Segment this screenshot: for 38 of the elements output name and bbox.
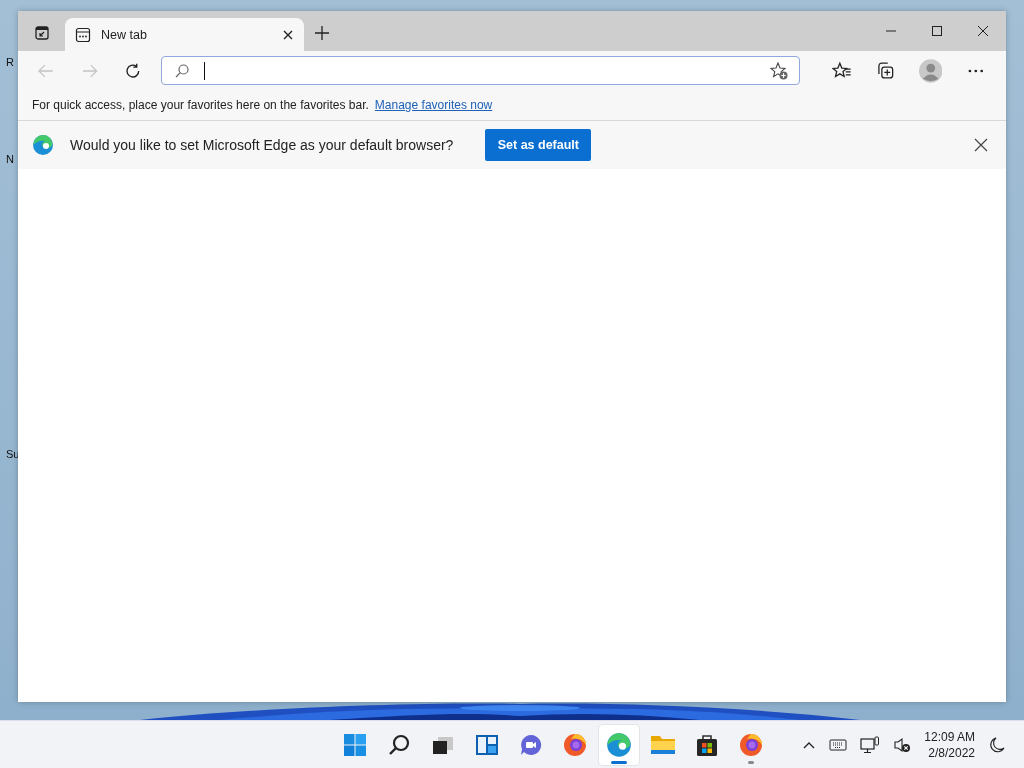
search-icon — [387, 732, 411, 757]
chat-icon — [519, 732, 543, 757]
clock-date: 2/8/2022 — [928, 744, 975, 761]
firefox-icon — [563, 732, 587, 757]
desktop-icon-label[interactable]: R — [6, 56, 14, 68]
edge-logo-icon — [606, 731, 632, 758]
close-icon — [977, 25, 989, 37]
close-icon[interactable] — [282, 28, 294, 41]
volume-muted-icon[interactable] — [893, 735, 912, 754]
tab-actions-icon — [34, 25, 50, 41]
tab-title: New tab — [101, 27, 148, 42]
collections-icon[interactable] — [875, 60, 895, 81]
store-icon — [695, 732, 719, 757]
plus-icon[interactable] — [314, 25, 330, 41]
browser-tab[interactable]: New tab — [65, 18, 304, 51]
refresh-icon[interactable] — [124, 61, 142, 80]
favorites-bar-message: For quick access, place your favorites here on the favorites bar. — [32, 98, 369, 112]
clock-time: 12:09 AM — [924, 728, 975, 745]
profile-avatar-icon[interactable] — [918, 58, 943, 83]
widgets-icon — [475, 732, 499, 757]
default-browser-prompt: Would you like to set Microsoft Edge as your default browser? — [70, 137, 454, 153]
edge-logo-icon — [32, 134, 54, 156]
manage-favorites-link[interactable]: Manage favorites now — [374, 98, 493, 112]
firefox-icon — [739, 732, 763, 757]
edge-taskbar-button[interactable] — [599, 724, 639, 765]
close-icon[interactable] — [974, 138, 988, 152]
add-favorite-icon[interactable] — [768, 60, 789, 81]
page-icon — [75, 26, 91, 43]
address-field[interactable] — [160, 56, 800, 85]
desktop-icon-label[interactable]: N — [6, 153, 14, 165]
windows-logo-icon — [343, 732, 367, 757]
set-as-default-button[interactable]: Set as default — [485, 129, 592, 161]
maximize-icon — [931, 25, 943, 37]
network-icon[interactable] — [860, 735, 881, 754]
search-icon — [173, 62, 190, 79]
keyboard-icon[interactable] — [829, 737, 848, 752]
clock[interactable]: 12:09 AM 2/8/2022 — [924, 728, 975, 761]
moon-icon[interactable] — [988, 735, 1006, 754]
